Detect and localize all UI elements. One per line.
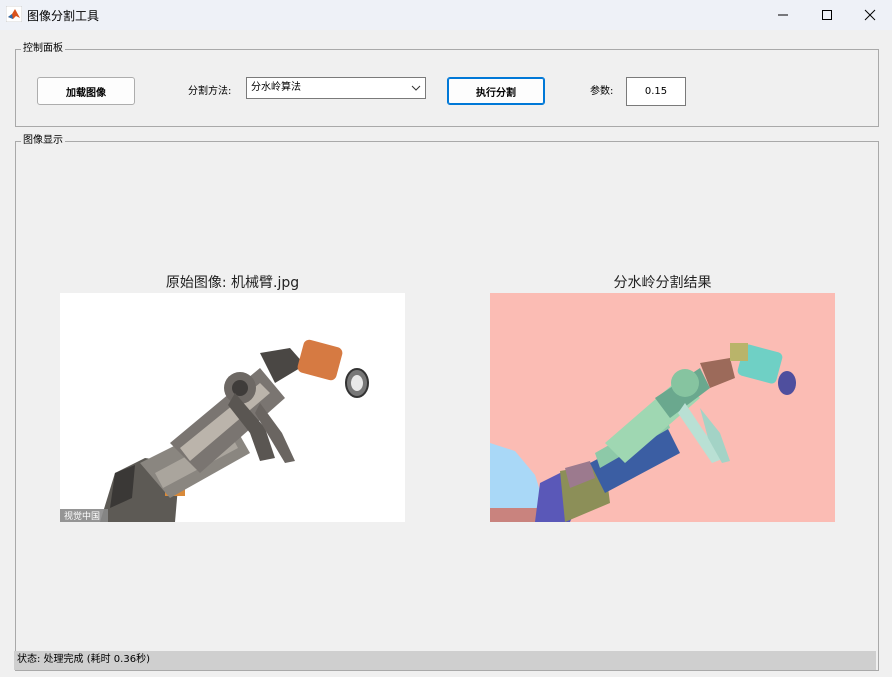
load-image-button[interactable]: 加载图像: [37, 77, 135, 105]
maximize-button[interactable]: [805, 0, 849, 30]
display-panel-title: 图像显示: [21, 134, 65, 148]
maximize-icon: [822, 10, 832, 20]
window-title: 图像分割工具: [27, 9, 100, 23]
chevron-down-icon: [411, 85, 421, 91]
run-segmentation-button[interactable]: 执行分割: [447, 77, 545, 105]
close-button[interactable]: [848, 0, 892, 30]
method-select[interactable]: 分水岭算法: [246, 77, 426, 99]
watermark-text: 视觉中国: [64, 510, 100, 522]
control-panel-title: 控制面板: [21, 42, 65, 56]
original-image: 视觉中国: [60, 293, 405, 522]
param-label: 参数:: [590, 86, 614, 97]
param-input[interactable]: 0.15: [626, 77, 686, 106]
original-image-title: 原始图像: 机械臂.jpg: [165, 275, 300, 291]
status-bar: 状态: 处理完成 (耗时 0.36秒): [14, 651, 876, 670]
matlab-app-icon: [6, 6, 22, 22]
close-icon: [864, 9, 876, 21]
method-select-value: 分水岭算法: [251, 82, 301, 93]
result-image-title: 分水岭分割结果: [613, 275, 712, 291]
minimize-icon: [778, 14, 788, 16]
title-bar: 图像分割工具: [0, 0, 892, 30]
minimize-button[interactable]: [761, 0, 805, 30]
segmentation-result-image: [490, 293, 835, 522]
method-label: 分割方法:: [188, 86, 232, 97]
